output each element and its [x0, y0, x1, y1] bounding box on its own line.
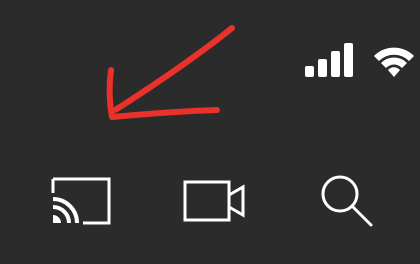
status-bar — [280, 0, 420, 100]
search-button[interactable] — [312, 168, 382, 234]
cellular-signal-icon — [305, 43, 353, 77]
app-screen — [0, 0, 420, 264]
wifi-icon — [374, 47, 414, 77]
toolbar — [0, 160, 420, 240]
cast-icon — [51, 177, 111, 225]
video-camera-button[interactable] — [180, 168, 250, 234]
cast-button[interactable] — [46, 168, 116, 234]
search-icon — [321, 175, 373, 227]
video-camera-icon — [183, 180, 245, 222]
arrow-annotation-icon — [106, 25, 235, 120]
